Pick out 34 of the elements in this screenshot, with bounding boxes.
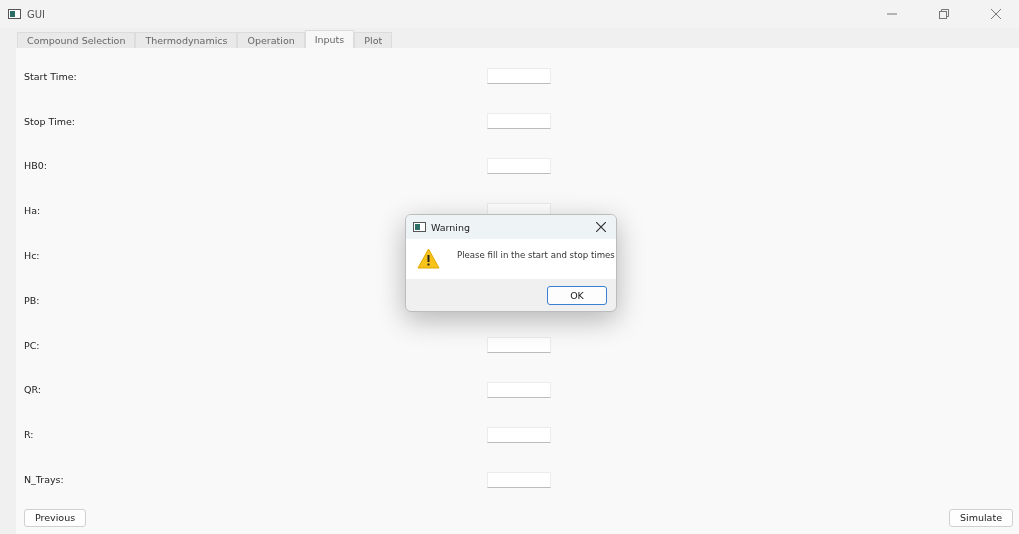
field-label: Ha: — [24, 205, 41, 217]
field-label: N_Trays: — [24, 474, 64, 486]
field-label: Stop Time: — [24, 115, 76, 127]
input-field[interactable] — [487, 426, 551, 443]
ok-button[interactable]: OK — [547, 285, 607, 305]
field-label: HB0: — [24, 160, 47, 172]
field-label: QR: — [24, 384, 41, 396]
close-icon — [991, 9, 1001, 19]
simulate-button[interactable]: Simulate — [949, 509, 1013, 527]
input-field[interactable] — [487, 381, 551, 398]
field-label: R: — [24, 429, 34, 441]
dialog-message: Please fill in the start and stop times — [457, 249, 615, 260]
app-icon — [413, 222, 426, 232]
previous-button[interactable]: Previous — [24, 509, 87, 527]
warning-icon — [417, 248, 440, 269]
tab[interactable]: Thermodynamics — [135, 32, 238, 48]
input-field[interactable] — [487, 113, 551, 130]
field-label: PC: — [24, 339, 40, 351]
field-label: Hc: — [24, 250, 40, 262]
field-label: PB: — [24, 294, 40, 306]
input-field[interactable] — [487, 68, 551, 85]
app-icon — [8, 9, 21, 19]
input-field[interactable] — [487, 337, 551, 354]
tab[interactable]: Inputs — [304, 30, 355, 48]
close-icon — [596, 222, 606, 232]
tab[interactable]: Compound Selection — [17, 32, 136, 48]
dialog-title: Warning — [431, 221, 472, 233]
input-field[interactable] — [487, 158, 551, 174]
field-label: Start Time: — [24, 70, 77, 82]
tab[interactable]: Plot — [354, 32, 393, 48]
restore-icon — [939, 9, 949, 19]
input-field[interactable] — [487, 471, 551, 488]
tab[interactable]: Operation — [237, 32, 305, 48]
window-title: GUI — [27, 8, 47, 20]
